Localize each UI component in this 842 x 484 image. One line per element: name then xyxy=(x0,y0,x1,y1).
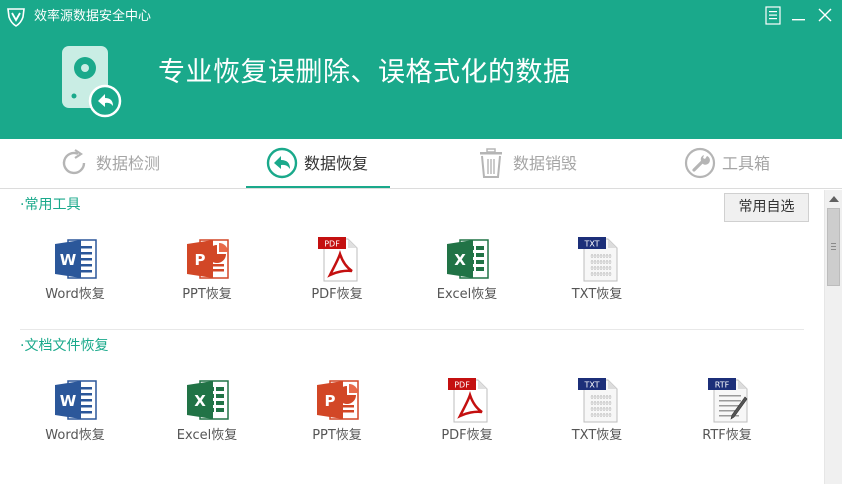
window-title: 效率源数据安全中心 xyxy=(34,9,152,24)
tab-bar: 数据检测 数据恢复 数据销毁 工具箱 xyxy=(0,139,842,189)
minimize-icon xyxy=(792,19,805,21)
tool-label: TXT恢复 xyxy=(571,428,623,443)
tool-label: Word恢复 xyxy=(45,287,105,302)
tab-data-detection[interactable]: 数据检测 xyxy=(58,139,178,189)
section-title-document-recovery: ·文档文件恢复 xyxy=(20,338,109,354)
scroll-grip-line xyxy=(831,246,836,247)
tool-label: Excel恢复 xyxy=(436,287,498,302)
pdf-icon xyxy=(445,377,491,423)
ppt-icon xyxy=(185,236,231,282)
close-button[interactable] xyxy=(815,5,835,27)
tool-ppt-recovery[interactable]: PPT恢复 xyxy=(157,236,257,308)
tool-label: TXT恢复 xyxy=(571,287,623,302)
excel-icon xyxy=(445,236,491,282)
txt-icon xyxy=(575,236,621,282)
pdf-icon xyxy=(315,236,361,282)
tab-label: 数据恢复 xyxy=(304,154,369,173)
hero-banner: 专业恢复误删除、误格式化的数据 xyxy=(0,34,842,139)
tool-pdf-recovery[interactable]: PDF恢复 xyxy=(287,236,387,308)
word-icon xyxy=(53,236,99,282)
section-divider xyxy=(20,329,804,330)
tool-content-panel: ·常用工具 常用自选 Word恢复 PPT恢复 PDF恢复 Excel恢复 TX… xyxy=(0,190,824,484)
close-icon xyxy=(818,8,832,22)
shield-logo-icon xyxy=(7,8,25,27)
tab-label: 数据检测 xyxy=(96,154,161,173)
rtf-icon xyxy=(705,377,751,423)
tool-label: PPT恢复 xyxy=(312,428,362,443)
restore-arrow-icon xyxy=(266,147,298,179)
word-icon xyxy=(53,377,99,423)
tab-label: 数据销毁 xyxy=(513,154,578,173)
vertical-scrollbar[interactable] xyxy=(824,190,842,484)
scroll-thumb[interactable] xyxy=(827,208,840,286)
ppt-icon xyxy=(315,377,361,423)
txt-icon xyxy=(575,377,621,423)
tool-txt-recovery[interactable]: TXT恢复 xyxy=(547,236,647,308)
tool-pdf-recovery[interactable]: PDF恢复 xyxy=(417,377,517,449)
title-bar: 效率源数据安全中心 xyxy=(0,0,842,34)
tool-word-recovery[interactable]: Word恢复 xyxy=(25,377,125,449)
active-tab-indicator xyxy=(246,186,390,188)
menu-icon xyxy=(765,6,781,25)
tool-rtf-recovery[interactable]: RTF恢复 xyxy=(677,377,777,449)
tool-word-recovery[interactable]: Word恢复 xyxy=(25,236,125,308)
disk-restore-icon xyxy=(62,46,122,118)
tab-data-recovery[interactable]: 数据恢复 xyxy=(266,139,386,189)
tool-label: Excel恢复 xyxy=(176,428,238,443)
banner-heading: 专业恢复误删除、误格式化的数据 xyxy=(158,57,571,88)
tool-label: PDF恢复 xyxy=(441,428,493,443)
tool-label: PPT恢复 xyxy=(182,287,232,302)
tab-toolbox[interactable]: 工具箱 xyxy=(684,139,794,189)
tool-ppt-recovery[interactable]: PPT恢复 xyxy=(287,377,387,449)
scroll-grip-line xyxy=(831,249,836,250)
menu-button[interactable] xyxy=(763,5,783,27)
refresh-icon xyxy=(62,149,86,175)
minimize-button[interactable] xyxy=(789,5,809,27)
tab-label: 工具箱 xyxy=(722,154,771,173)
tool-label: Word恢复 xyxy=(45,428,105,443)
trash-icon xyxy=(480,148,502,178)
tab-data-destruction[interactable]: 数据销毁 xyxy=(475,139,595,189)
tool-label: RTF恢复 xyxy=(702,428,752,443)
scroll-up-arrow-icon[interactable] xyxy=(828,194,840,204)
tool-label: PDF恢复 xyxy=(311,287,363,302)
wrench-icon xyxy=(684,147,716,179)
tool-excel-recovery[interactable]: Excel恢复 xyxy=(417,236,517,308)
scroll-grip-line xyxy=(831,243,836,244)
tool-txt-recovery[interactable]: TXT恢复 xyxy=(547,377,647,449)
tool-excel-recovery[interactable]: Excel恢复 xyxy=(157,377,257,449)
section-title-common-tools: ·常用工具 xyxy=(20,197,81,213)
custom-select-button[interactable]: 常用自选 xyxy=(724,193,809,222)
excel-icon xyxy=(185,377,231,423)
